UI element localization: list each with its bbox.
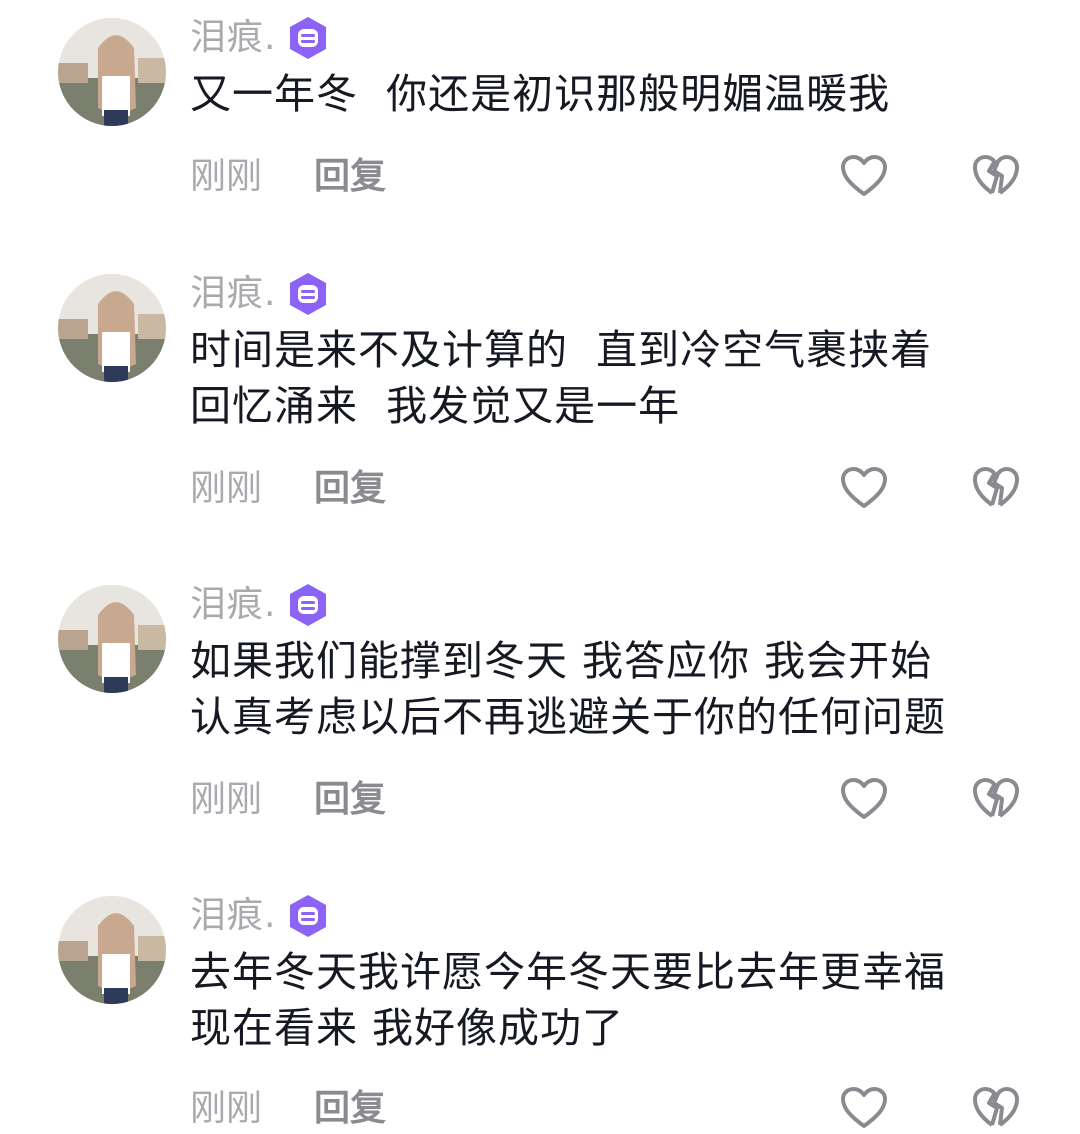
username[interactable]: 泪痕. — [190, 579, 276, 631]
comment-text: 去年冬天我许愿今年冬天要比去年更幸福 现在看来 我好像成功了 — [190, 948, 946, 1052]
avatar[interactable] — [58, 274, 166, 382]
heart-outline-icon[interactable] — [840, 777, 888, 821]
timestamp: 刚刚 — [190, 156, 263, 197]
reply-button[interactable]: 回复 — [314, 1084, 386, 1134]
broken-heart-outline-icon[interactable] — [972, 154, 1020, 198]
broken-heart-outline-icon[interactable] — [972, 1086, 1020, 1130]
comment-meta: 刚刚 回复 — [190, 152, 386, 202]
avatar[interactable] — [58, 585, 166, 693]
heart-outline-icon[interactable] — [840, 154, 888, 198]
comment-meta: 刚刚 回复 — [190, 775, 386, 825]
comment-item: 泪痕. 去年冬天我许愿今年冬天要比去年更幸福 现在看来 我好像成功了 刚刚 回复 — [0, 878, 1080, 1130]
broken-heart-outline-icon[interactable] — [972, 777, 1020, 821]
timestamp: 刚刚 — [190, 468, 263, 509]
purple-shield-badge-icon — [290, 895, 327, 937]
comment-item: 泪痕. 如果我们能撑到冬天 我答应你 我会开始 认真考虑以后不再逃避关于你的任何… — [0, 567, 1080, 857]
heart-outline-icon[interactable] — [840, 1086, 888, 1130]
comment-text: 如果我们能撑到冬天 我答应你 我会开始 认真考虑以后不再逃避关于你的任何问题 — [190, 637, 946, 741]
author-row: 泪痕. — [190, 268, 328, 320]
purple-shield-badge-icon — [290, 273, 327, 315]
comment-item: 泪痕. 时间是来不及计算的 直到冷空气裹挟着 回忆涌来 我发觉又是一年 刚刚 回… — [0, 256, 1080, 546]
username[interactable]: 泪痕. — [190, 268, 276, 320]
comment-meta: 刚刚 回复 — [190, 1084, 386, 1134]
author-row: 泪痕. — [190, 579, 328, 631]
author-row: 泪痕. — [190, 890, 328, 942]
comment-text: 又一年冬 你还是初识那般明媚温暖我 — [190, 70, 891, 118]
username[interactable]: 泪痕. — [190, 12, 276, 64]
heart-outline-icon[interactable] — [840, 466, 888, 510]
timestamp: 刚刚 — [190, 779, 263, 820]
comment-text: 时间是来不及计算的 直到冷空气裹挟着 回忆涌来 我发觉又是一年 — [190, 326, 933, 430]
reply-button[interactable]: 回复 — [314, 775, 386, 825]
reply-button[interactable]: 回复 — [314, 152, 386, 202]
comment-item: 泪痕. 又一年冬 你还是初识那般明媚温暖我 刚刚 回复 — [0, 0, 1080, 230]
reply-button[interactable]: 回复 — [314, 464, 386, 514]
purple-shield-badge-icon — [290, 17, 327, 59]
timestamp: 刚刚 — [190, 1088, 263, 1129]
author-row: 泪痕. — [190, 12, 328, 64]
avatar[interactable] — [58, 18, 166, 126]
purple-shield-badge-icon — [290, 584, 327, 626]
avatar[interactable] — [58, 896, 166, 1004]
comment-meta: 刚刚 回复 — [190, 464, 386, 514]
broken-heart-outline-icon[interactable] — [972, 466, 1020, 510]
username[interactable]: 泪痕. — [190, 890, 276, 942]
